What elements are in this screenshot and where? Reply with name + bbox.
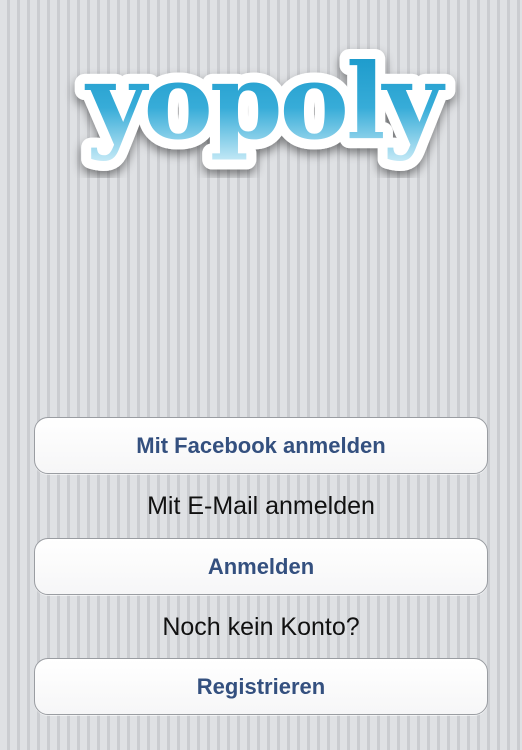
register-button[interactable]: Registrieren: [34, 658, 488, 715]
logo-text: yopoly: [84, 40, 445, 163]
email-login-caption: Mit E-Mail anmelden: [147, 492, 375, 520]
no-account-caption: Noch kein Konto?: [162, 613, 360, 641]
facebook-login-button[interactable]: Mit Facebook anmelden: [34, 417, 488, 474]
login-button[interactable]: Anmelden: [34, 538, 488, 595]
logo-graphic: yopoly yopoly: [74, 38, 458, 173]
app-logo: yopoly yopoly: [48, 38, 478, 178]
